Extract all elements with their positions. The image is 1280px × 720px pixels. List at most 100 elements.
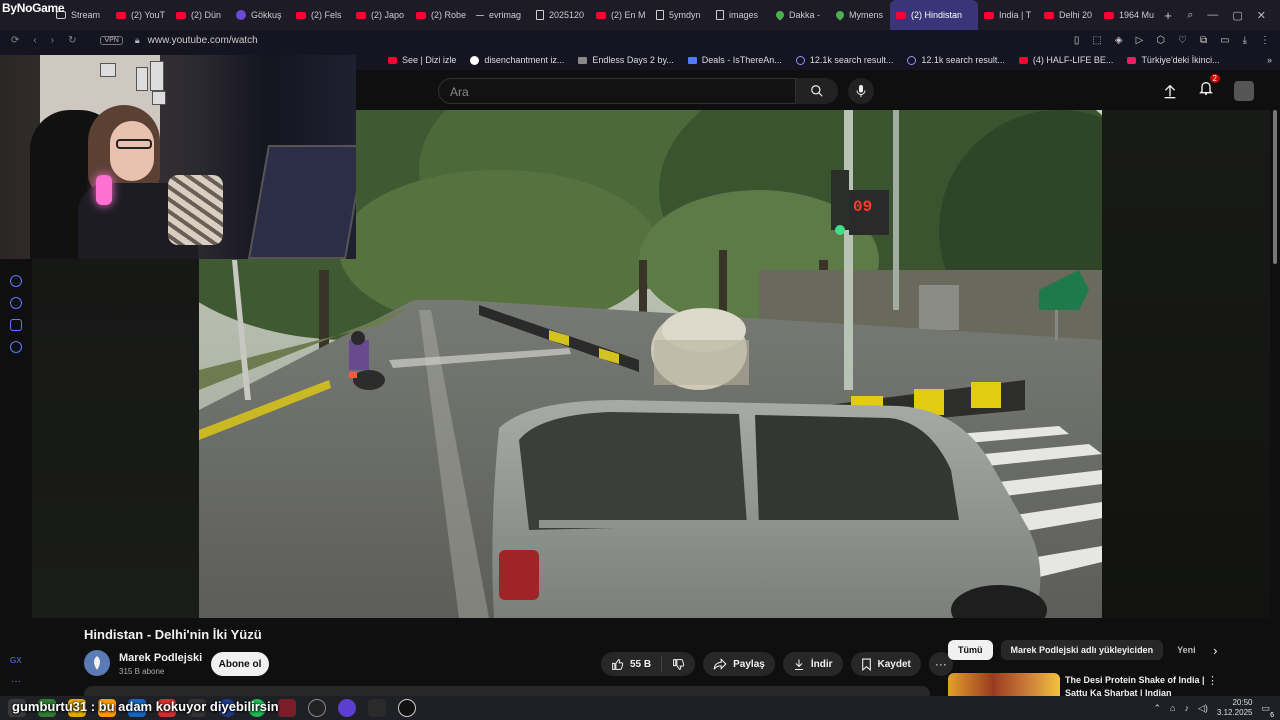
tab-6[interactable]: (2) Robe — [410, 0, 470, 30]
mic-tray-icon[interactable]: ♪ — [1184, 703, 1189, 713]
twitch-icon — [907, 55, 917, 65]
bookmark-item[interactable]: Deals - IsThereAn... — [687, 55, 782, 65]
channel-avatar[interactable] — [84, 650, 110, 676]
rail-send-icon[interactable] — [10, 319, 22, 331]
rail-clock-icon[interactable] — [10, 297, 22, 309]
search-tabs-icon[interactable]: ⌕ — [1187, 9, 1193, 22]
upload-icon[interactable] — [1162, 83, 1178, 99]
tab-13[interactable]: Mymens — [830, 0, 890, 30]
address-bar: ⟳ ‹ › ↻ VPN 🔒︎ www.youtube.com/watch ▯ ⬚… — [0, 30, 1280, 50]
clock[interactable]: 20:50 3.12.2025 — [1217, 698, 1253, 718]
tab-9[interactable]: (2) En M — [590, 0, 650, 30]
media-player-icon[interactable] — [398, 699, 416, 717]
bookmark-item[interactable]: Türkiye'deki İkinci... — [1127, 55, 1220, 65]
menu-icon[interactable]: ⋮ — [1260, 35, 1270, 46]
tab-17[interactable]: 1964 Mu — [1098, 0, 1158, 30]
document-icon — [656, 10, 664, 20]
tab-14[interactable]: (2) Hindistan — [890, 0, 978, 30]
bookmark-item[interactable]: Endless Days 2 by... — [578, 55, 674, 65]
trt-icon — [1127, 56, 1137, 64]
account-avatar[interactable] — [1234, 80, 1254, 101]
bookmark-item[interactable]: disenchantment iz... — [470, 55, 564, 65]
dislike-button[interactable] — [662, 658, 695, 671]
chip-new[interactable]: Yeni — [1171, 640, 1195, 660]
tab-1[interactable]: (2) YouT — [110, 0, 170, 30]
tab-7[interactable]: evrimag — [470, 0, 530, 30]
page-scrollbar[interactable] — [1271, 110, 1278, 696]
document-icon — [578, 56, 588, 64]
tab-15[interactable]: India | T — [978, 0, 1038, 30]
subscribe-button[interactable]: Abone ol — [211, 652, 269, 676]
screenshot-icon[interactable]: ⬚ — [1092, 35, 1101, 46]
download-icon[interactable]: ⤓ — [1243, 35, 1247, 46]
sidebar-icon[interactable]: ▭ — [1220, 35, 1229, 46]
tab-10[interactable]: 5ymdyn — [650, 0, 710, 30]
gx-icon[interactable]: GX — [10, 656, 22, 665]
bookmark-item[interactable]: (4) HALF-LIFE BE... — [1018, 55, 1113, 65]
share-button[interactable]: Paylaş — [703, 652, 775, 676]
tab-12[interactable]: Dakka - — [770, 0, 830, 30]
play-icon[interactable]: ▷ — [1136, 35, 1144, 46]
signal-countdown: 09 — [853, 198, 872, 216]
recommendation-thumbnail[interactable] — [948, 673, 1060, 697]
bookmark-item[interactable]: 12.1k search result... — [795, 55, 893, 65]
youtube-icon — [1104, 11, 1114, 19]
forward-icon[interactable]: › — [51, 35, 54, 46]
notification-center-icon[interactable]: ▭ 6 — [1261, 703, 1274, 719]
volume-icon[interactable]: ◁) — [1198, 703, 1208, 714]
share-icon — [713, 658, 727, 670]
rail-play-icon[interactable] — [10, 275, 22, 287]
chevron-up-icon[interactable]: ⌃ — [1153, 703, 1161, 714]
bookmark-item[interactable]: 12.1k search result... — [907, 55, 1005, 65]
microphone-icon — [856, 85, 866, 97]
tab-2[interactable]: (2) Dün — [170, 0, 230, 30]
chip-from-uploader[interactable]: Marek Podlejski adlı yükleyiciden — [1000, 640, 1164, 660]
search-button[interactable] — [796, 78, 838, 104]
refresh-icon[interactable]: ↻ — [68, 35, 76, 46]
lock-icon[interactable]: 🔒︎ — [135, 35, 140, 46]
reload-icon[interactable]: ⟳ — [11, 35, 19, 46]
notifications-button[interactable]: 2 — [1198, 74, 1220, 101]
heart-icon[interactable]: ♡ — [1178, 35, 1187, 46]
minimize-icon[interactable]: — — [1207, 9, 1218, 22]
bookmark-item[interactable]: See | Dizi izle — [388, 55, 456, 65]
maximize-icon[interactable]: ▢ — [1232, 9, 1242, 22]
rail-more-icon[interactable]: ··· — [11, 676, 21, 687]
tab-label: India | T — [999, 10, 1032, 20]
youtube-icon — [356, 11, 366, 19]
tab-label: Stream — [71, 10, 101, 20]
new-tab-button[interactable]: + — [1158, 8, 1178, 23]
tab-4[interactable]: (2) Fels — [290, 0, 350, 30]
tab-11[interactable]: images — [710, 0, 770, 30]
cube-icon[interactable]: ⬡ — [1156, 35, 1165, 46]
download-button[interactable]: İndir — [782, 652, 843, 676]
vpn-badge[interactable]: VPN — [100, 35, 123, 45]
voice-search-button[interactable] — [848, 78, 874, 104]
back-icon[interactable]: ‹ — [33, 35, 36, 46]
app-icon-7[interactable] — [278, 699, 296, 717]
description-box[interactable] — [84, 686, 930, 696]
close-icon[interactable]: ✕ — [1257, 9, 1266, 22]
tab-8[interactable]: 2025120 — [530, 0, 590, 30]
tab-16[interactable]: Delhi 20 — [1038, 0, 1098, 30]
search-input[interactable]: Ara — [438, 78, 796, 104]
network-icon[interactable]: ⌂ — [1170, 703, 1175, 713]
bookmark-icon[interactable]: ▯ — [1074, 35, 1080, 46]
tab-label: Gökkuş — [251, 10, 282, 20]
chevron-right-icon[interactable]: › — [1213, 643, 1217, 658]
chip-all[interactable]: Tümü — [948, 640, 993, 660]
app-icon-8[interactable] — [338, 699, 356, 717]
save-button[interactable]: Kaydet — [850, 652, 921, 676]
channel-name[interactable]: Marek Podlejski — [119, 652, 202, 664]
tab-5[interactable]: (2) Japo — [350, 0, 410, 30]
bookmarks-more-icon[interactable]: » — [1267, 55, 1280, 65]
url-field[interactable]: www.youtube.com/watch — [148, 35, 258, 46]
rail-settings-icon[interactable] — [10, 341, 22, 353]
tab-3[interactable]: Gökkuş — [230, 0, 290, 30]
shield-icon[interactable]: ◈ — [1115, 35, 1123, 46]
epic-games-icon[interactable] — [368, 699, 386, 717]
extensions-icon[interactable]: ⧉ — [1200, 35, 1207, 46]
like-button[interactable]: 55 B — [601, 656, 663, 672]
recommendation-menu-icon[interactable]: ⋮ — [1207, 674, 1218, 687]
obs-icon[interactable] — [308, 699, 326, 717]
